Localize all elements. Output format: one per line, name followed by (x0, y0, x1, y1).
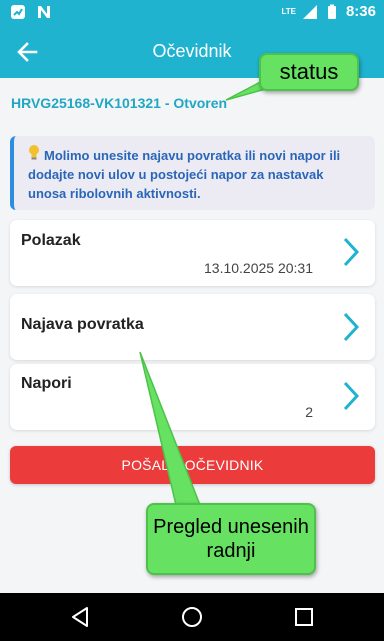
info-message: Molimo unesite najavu povratka ili novi … (10, 136, 375, 210)
lightbulb-icon (29, 145, 39, 160)
card-najava-povratka[interactable]: Najava povratka (10, 294, 375, 360)
status-callout: status (259, 53, 359, 91)
n-logo-icon (38, 6, 50, 18)
card-title: Napori (21, 375, 72, 392)
card-polazak[interactable]: Polazak 13.10.2025 20:31 (10, 220, 375, 286)
network-type: LTE (281, 7, 296, 16)
card-value: 13.10.2025 20:31 (204, 260, 313, 276)
card-title: Polazak (21, 232, 81, 249)
chevron-right-icon (343, 237, 360, 267)
report-reference-status: HRVG25168-VK101321 - Otvoren (11, 95, 228, 111)
card-value: 2 (305, 404, 313, 420)
back-triangle-icon[interactable] (68, 605, 92, 629)
status-time: 8:36 (345, 3, 376, 20)
chevron-right-icon (343, 381, 360, 411)
send-report-button[interactable]: POŠALJI OČEVIDNIK (10, 446, 375, 484)
battery-icon (327, 4, 336, 19)
chevron-right-icon (343, 312, 360, 342)
notification-icon (11, 5, 25, 19)
status-bar: LTE 8:36 (0, 0, 384, 25)
signal-icon (302, 4, 317, 19)
info-text: Molimo unesite najavu povratka ili novi … (28, 148, 341, 201)
system-nav-bar (0, 593, 384, 641)
recents-square-icon[interactable] (292, 605, 316, 629)
card-napori[interactable]: Napori 2 (10, 364, 375, 430)
pregled-callout: Pregled unesenih radnji (146, 503, 316, 575)
home-circle-icon[interactable] (180, 605, 204, 629)
card-title: Najava povratka (21, 316, 144, 333)
